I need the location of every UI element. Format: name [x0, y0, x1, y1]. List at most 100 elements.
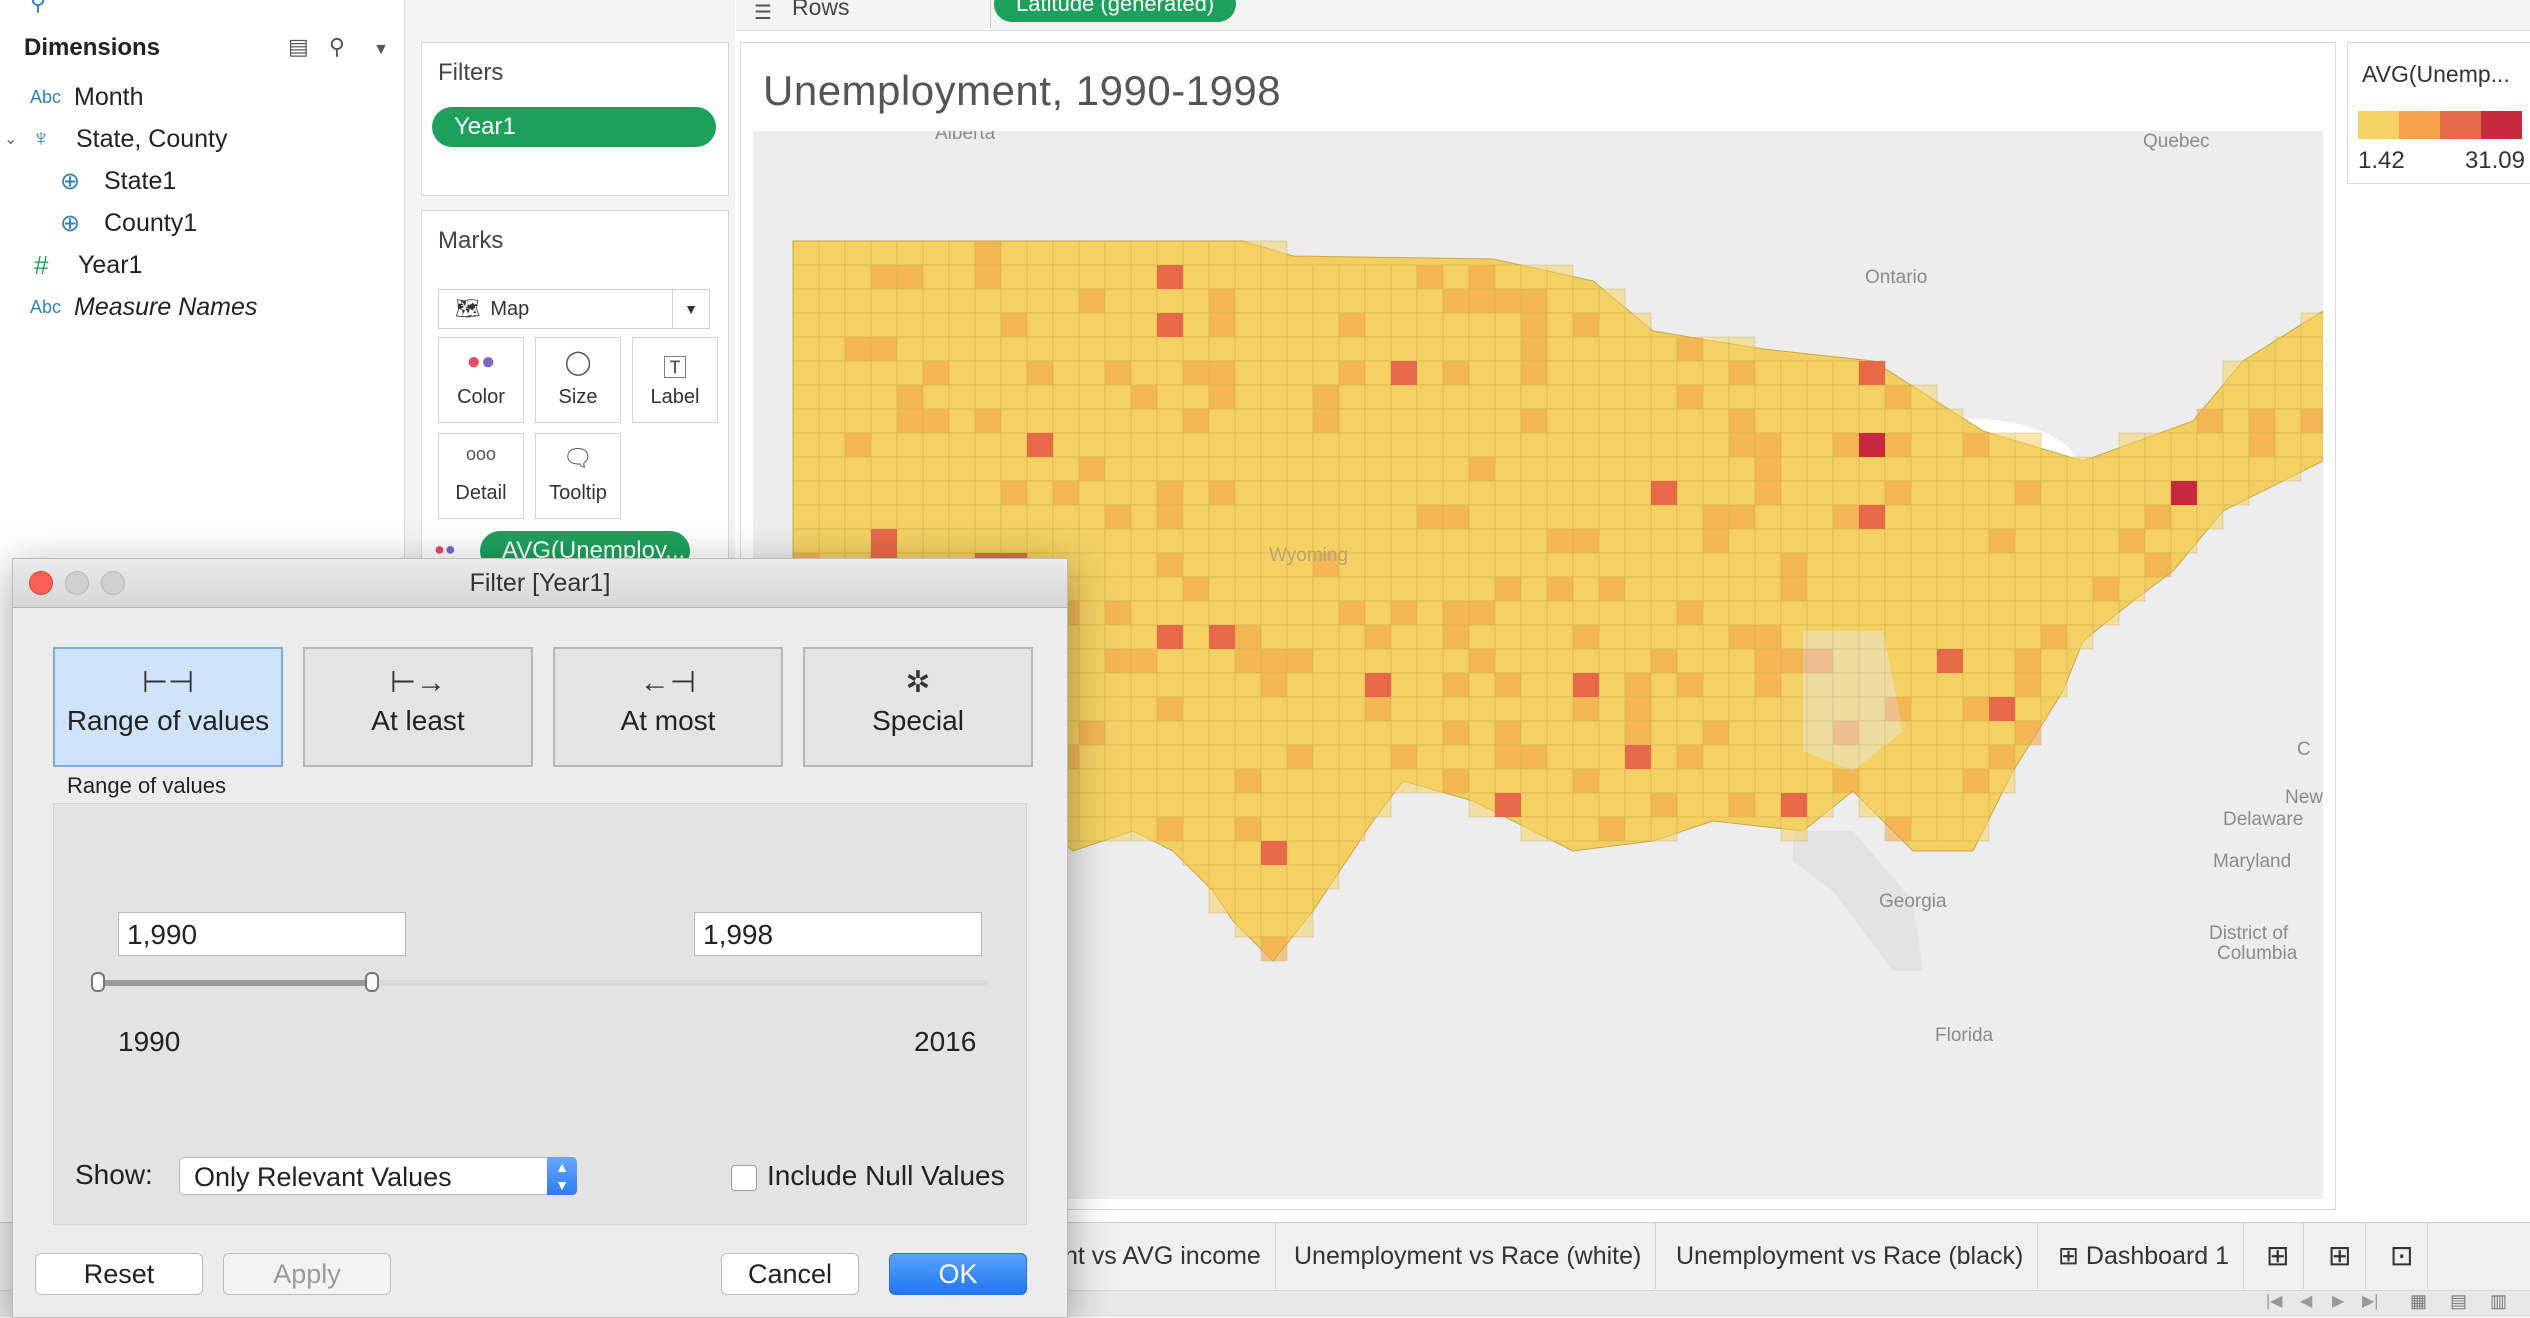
- county-cell[interactable]: [1156, 672, 1184, 698]
- county-cell[interactable]: [1182, 288, 1210, 314]
- county-cell[interactable]: [1520, 648, 1548, 674]
- county-cell[interactable]: [1494, 336, 1522, 362]
- county-cell[interactable]: [1546, 360, 1574, 386]
- county-cell[interactable]: [1598, 768, 1626, 794]
- county-cell[interactable]: [1390, 312, 1418, 338]
- county-cell[interactable]: [1650, 816, 1678, 842]
- county-cell[interactable]: [1832, 480, 1860, 506]
- county-cell[interactable]: [948, 384, 976, 410]
- county-cell[interactable]: [1910, 408, 1938, 434]
- county-cell[interactable]: [974, 384, 1002, 410]
- county-cell[interactable]: [1702, 552, 1730, 578]
- county-cell[interactable]: [1286, 696, 1314, 722]
- county-cell[interactable]: [2118, 432, 2146, 458]
- county-cell[interactable]: [1676, 600, 1704, 626]
- county-cell[interactable]: [1390, 432, 1418, 458]
- county-cell[interactable]: [1182, 600, 1210, 626]
- county-cell[interactable]: [1936, 480, 1964, 506]
- county-cell[interactable]: [1702, 720, 1730, 746]
- county-cell[interactable]: [1962, 720, 1990, 746]
- county-cell[interactable]: [1312, 672, 1340, 698]
- county-cell[interactable]: [1676, 768, 1704, 794]
- county-cell[interactable]: [1468, 672, 1496, 698]
- county-cell[interactable]: [2014, 480, 2042, 506]
- county-cell[interactable]: [1520, 456, 1548, 482]
- county-cell[interactable]: [1390, 552, 1418, 578]
- county-cell[interactable]: [1312, 408, 1340, 434]
- county-cell[interactable]: [1182, 552, 1210, 578]
- collapse-icon[interactable]: ⌄: [4, 129, 32, 149]
- county-cell[interactable]: [1312, 312, 1340, 338]
- county-cell[interactable]: [1130, 288, 1158, 314]
- county-cell[interactable]: [1832, 408, 1860, 434]
- county-cell[interactable]: [1832, 600, 1860, 626]
- county-cell[interactable]: [1130, 696, 1158, 722]
- field-year1[interactable]: # Year1: [34, 244, 142, 286]
- county-cell[interactable]: [844, 312, 872, 338]
- county-cell[interactable]: [1780, 384, 1808, 410]
- county-cell[interactable]: [1208, 552, 1236, 578]
- county-cell[interactable]: [1494, 360, 1522, 386]
- county-cell[interactable]: [1338, 600, 1366, 626]
- nav-next-icon[interactable]: ▶: [2332, 1291, 2344, 1311]
- county-cell[interactable]: [1390, 456, 1418, 482]
- county-cell[interactable]: [2144, 432, 2172, 458]
- county-cell[interactable]: [1208, 864, 1236, 890]
- filmstrip-icon[interactable]: ▤: [2450, 1291, 2467, 1312]
- county-cell[interactable]: [922, 336, 950, 362]
- county-cell[interactable]: [1494, 408, 1522, 434]
- county-cell[interactable]: [1416, 528, 1444, 554]
- county-cell[interactable]: [1650, 360, 1678, 386]
- county-cell[interactable]: [922, 360, 950, 386]
- county-cell[interactable]: [1208, 360, 1236, 386]
- county-cell[interactable]: [2014, 696, 2042, 722]
- county-cell[interactable]: [792, 456, 820, 482]
- county-cell[interactable]: [870, 288, 898, 314]
- county-cell[interactable]: [1546, 432, 1574, 458]
- county-cell[interactable]: [1546, 336, 1574, 362]
- county-cell[interactable]: [1260, 696, 1288, 722]
- county-cell[interactable]: [1546, 744, 1574, 770]
- county-cell[interactable]: [1182, 408, 1210, 434]
- county-cell[interactable]: [896, 504, 924, 530]
- county-cell[interactable]: [1208, 648, 1236, 674]
- county-cell[interactable]: [1234, 336, 1262, 362]
- county-cell[interactable]: [1780, 744, 1808, 770]
- county-cell[interactable]: [1572, 432, 1600, 458]
- county-cell[interactable]: [1104, 600, 1132, 626]
- county-cell[interactable]: [1546, 816, 1574, 842]
- county-cell[interactable]: [1884, 600, 1912, 626]
- county-cell[interactable]: [1780, 480, 1808, 506]
- county-cell[interactable]: [1416, 504, 1444, 530]
- county-cell[interactable]: [792, 528, 820, 554]
- county-cell[interactable]: [1884, 504, 1912, 530]
- county-cell[interactable]: [792, 336, 820, 362]
- county-cell[interactable]: [1910, 720, 1938, 746]
- county-cell[interactable]: [1858, 768, 1886, 794]
- county-cell[interactable]: [1858, 672, 1886, 698]
- county-cell[interactable]: [1650, 792, 1678, 818]
- county-cell[interactable]: [896, 480, 924, 506]
- county-cell[interactable]: [1130, 528, 1158, 554]
- county-cell[interactable]: [1390, 672, 1418, 698]
- county-cell[interactable]: [1182, 720, 1210, 746]
- county-cell[interactable]: [1364, 288, 1392, 314]
- county-cell[interactable]: [896, 408, 924, 434]
- county-cell[interactable]: [1234, 552, 1262, 578]
- county-cell[interactable]: [1832, 576, 1860, 602]
- county-cell[interactable]: [922, 312, 950, 338]
- county-cell[interactable]: [1260, 360, 1288, 386]
- county-cell[interactable]: [1104, 744, 1132, 770]
- county-cell-high[interactable]: [1937, 649, 1963, 673]
- county-cell[interactable]: [896, 432, 924, 458]
- county-cell[interactable]: [2040, 528, 2068, 554]
- county-cell[interactable]: [1416, 672, 1444, 698]
- county-cell[interactable]: [2248, 456, 2276, 482]
- county-cell[interactable]: [922, 432, 950, 458]
- county-cell[interactable]: [1832, 672, 1860, 698]
- county-cell[interactable]: [844, 384, 872, 410]
- county-cell[interactable]: [1520, 672, 1548, 698]
- county-cell[interactable]: [1702, 648, 1730, 674]
- county-cell[interactable]: [1416, 384, 1444, 410]
- county-cell[interactable]: [1624, 336, 1652, 362]
